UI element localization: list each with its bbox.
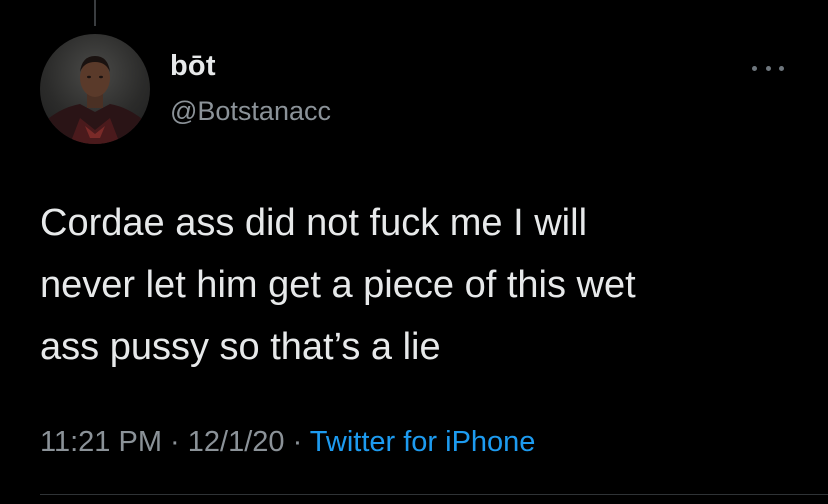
user-handle[interactable]: @Botstanacc: [170, 96, 331, 127]
tweet-metadata: 11:21 PM · 12/1/20 · Twitter for iPhone: [40, 426, 535, 459]
avatar[interactable]: [40, 34, 150, 144]
tweet-text: Cordae ass did not fuck me I will never …: [40, 202, 636, 368]
tweet-time[interactable]: 11:21 PM: [40, 426, 162, 458]
thread-connector-line: [94, 0, 96, 26]
meta-separator: ·: [161, 426, 188, 458]
more-dot: [779, 65, 784, 71]
display-name[interactable]: bōt: [170, 50, 216, 83]
divider: [40, 494, 828, 495]
meta-separator: ·: [284, 426, 310, 458]
avatar-image: [40, 56, 150, 144]
more-dot: [765, 65, 771, 71]
more-horizontal-icon[interactable]: [752, 60, 784, 76]
more-dot: [752, 65, 757, 71]
tweet-date[interactable]: 12/1/20: [188, 426, 285, 458]
tweet-source-link[interactable]: Twitter for iPhone: [310, 426, 536, 458]
